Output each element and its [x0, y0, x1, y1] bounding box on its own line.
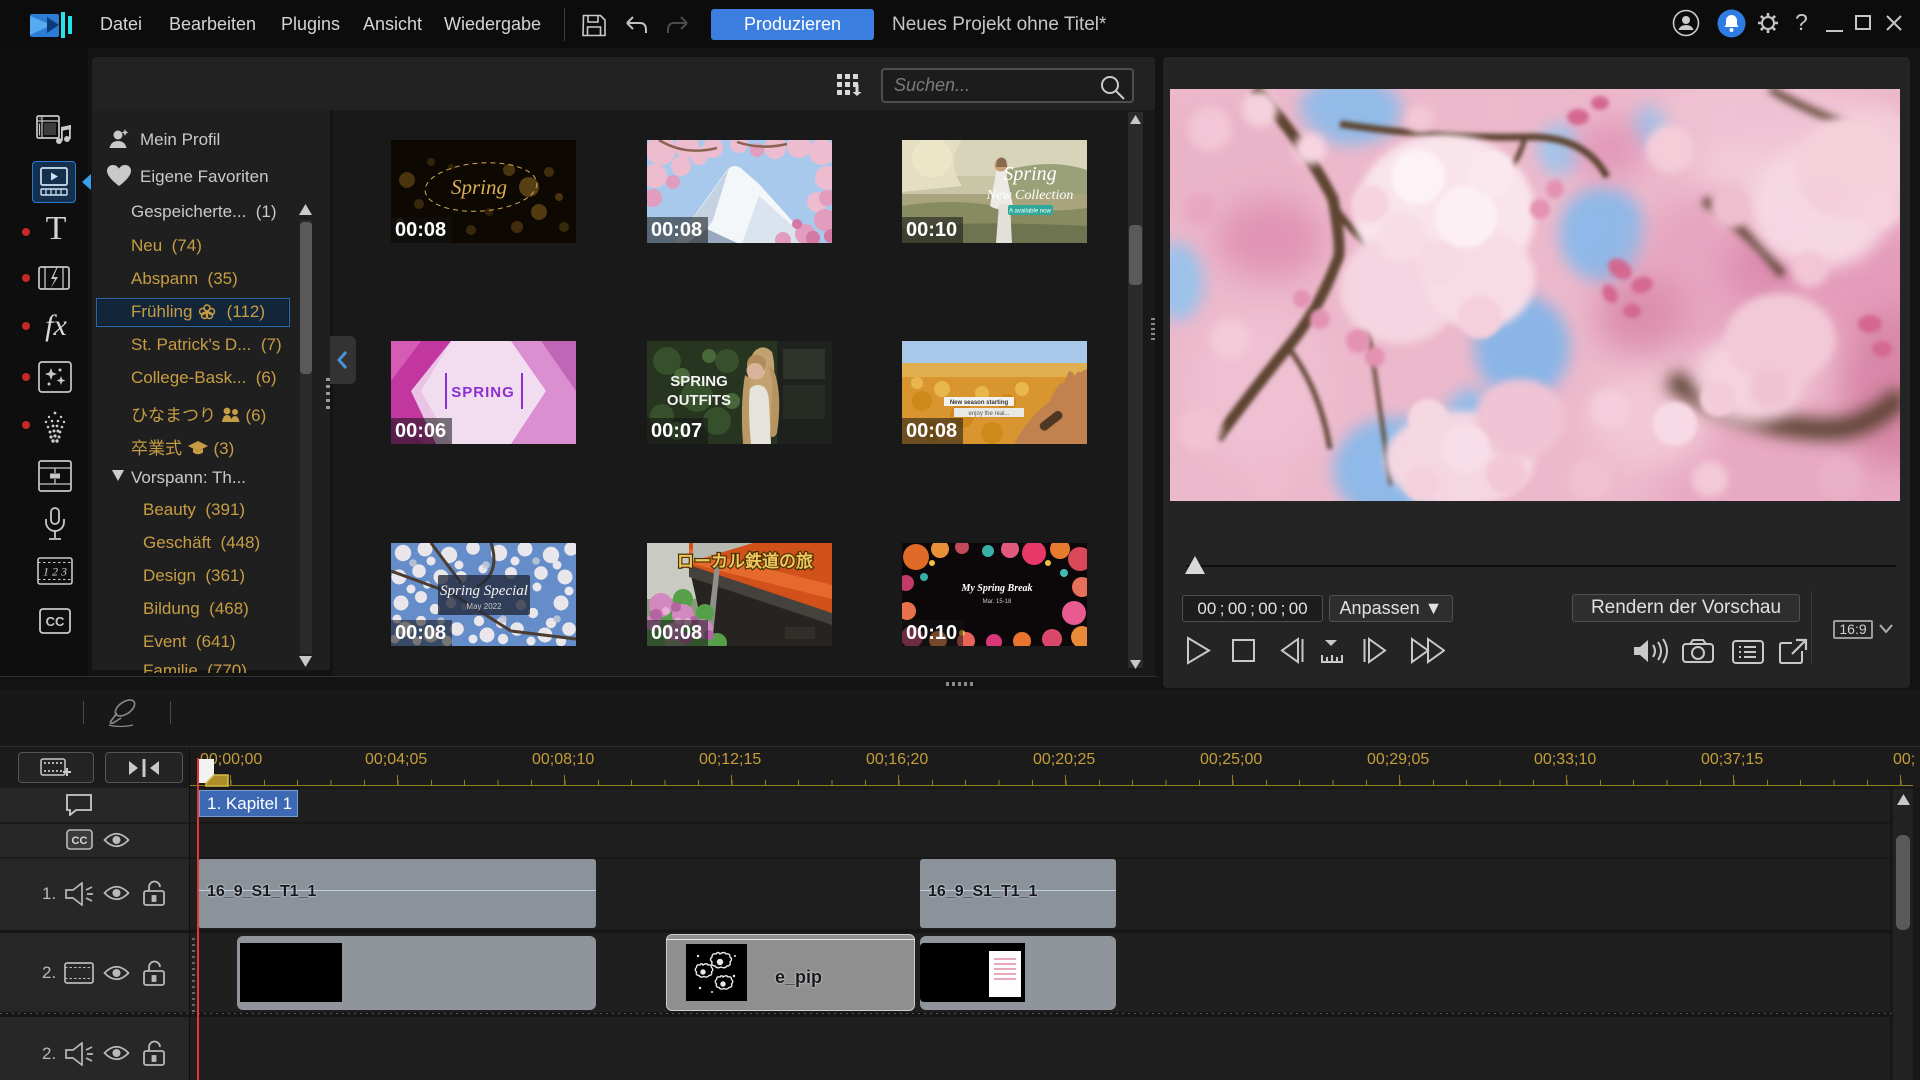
svg-text:OUTFITS: OUTFITS: [667, 392, 731, 409]
svg-text:SPRING: SPRING: [451, 384, 515, 401]
svg-text:enjoy the real...: enjoy the real...: [968, 411, 1009, 417]
svg-text:New season starting: New season starting: [950, 400, 1009, 406]
svg-text:Spring Special: Spring Special: [440, 583, 528, 599]
svg-text:Mar. 15-18: Mar. 15-18: [983, 599, 1012, 605]
svg-text:SPRING: SPRING: [670, 373, 728, 390]
svg-text:CC: CC: [72, 835, 88, 847]
svg-text:A available now: A available now: [1009, 209, 1051, 215]
svg-text:May 2022: May 2022: [466, 602, 502, 611]
svg-text:Spring: Spring: [1003, 163, 1056, 185]
svg-text:New Collection: New Collection: [986, 188, 1074, 203]
svg-text:ローカル鉄道の旅: ローカル鉄道の旅: [677, 551, 813, 571]
svg-text:My Spring Break: My Spring Break: [960, 583, 1032, 594]
svg-text:CC: CC: [46, 614, 65, 629]
svg-text:1 2 3: 1 2 3: [43, 565, 67, 579]
svg-text:Spring: Spring: [451, 175, 507, 199]
